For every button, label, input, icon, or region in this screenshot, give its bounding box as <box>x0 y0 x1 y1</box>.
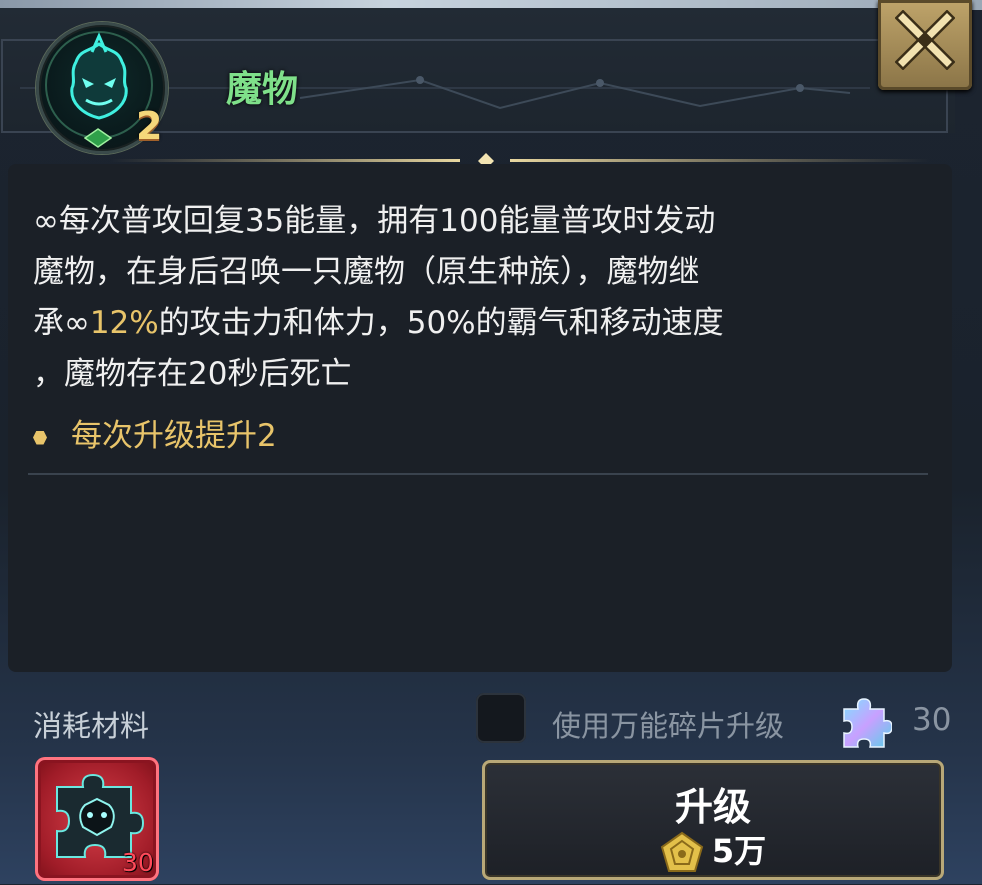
skill-level: 2 <box>136 104 163 148</box>
bullet-icon <box>33 430 47 445</box>
upgrade-bullet: 每次升级提升2 <box>33 410 277 455</box>
description-line-4: ，魔物存在20秒后死亡 <box>33 356 352 392</box>
upgrade-cost-value: 5万 <box>711 832 767 870</box>
skill-title: 魔物 <box>226 69 299 110</box>
highlight-percent: 12% <box>89 305 159 341</box>
universal-fragment-count: 30 <box>912 702 952 738</box>
universal-fragment-icon <box>843 698 892 748</box>
skill-description: ∞每次普攻回复35能量，拥有100能量普攻时发动 魔物，在身后召唤一只魔物（原生… <box>33 196 933 400</box>
description-line-3: 承∞12%的攻击力和体力，50%的霸气和移动速度 <box>33 298 933 349</box>
description-line-3-post: 的攻击力和体力，50%的霸气和移动速度 <box>158 305 724 341</box>
close-button[interactable] <box>878 0 972 90</box>
upgrade-cost: 5万 <box>482 826 944 875</box>
description-line-1: ∞每次普攻回复35能量，拥有100能量普攻时发动 <box>33 203 716 239</box>
bullet-text: 每次升级提升2 <box>71 418 277 454</box>
materials-label: 消耗材料 <box>33 709 150 743</box>
description-line-2: 魔物，在身后召唤一只魔物（原生种族），魔物继 <box>33 254 700 290</box>
close-icon <box>895 10 955 70</box>
universal-fragment-label[interactable]: 使用万能碎片升级 <box>552 703 784 745</box>
material-count: 30 <box>122 848 154 877</box>
gem-icon <box>84 128 112 148</box>
description-line-3-pre: 承∞ <box>33 305 90 341</box>
upgrade-button[interactable]: 升级 5万 <box>482 760 944 880</box>
gold-coin-icon <box>660 831 704 872</box>
divider-line <box>28 473 928 475</box>
universal-fragment-checkbox[interactable] <box>476 693 526 743</box>
upgrade-label: 升级 <box>674 785 751 829</box>
